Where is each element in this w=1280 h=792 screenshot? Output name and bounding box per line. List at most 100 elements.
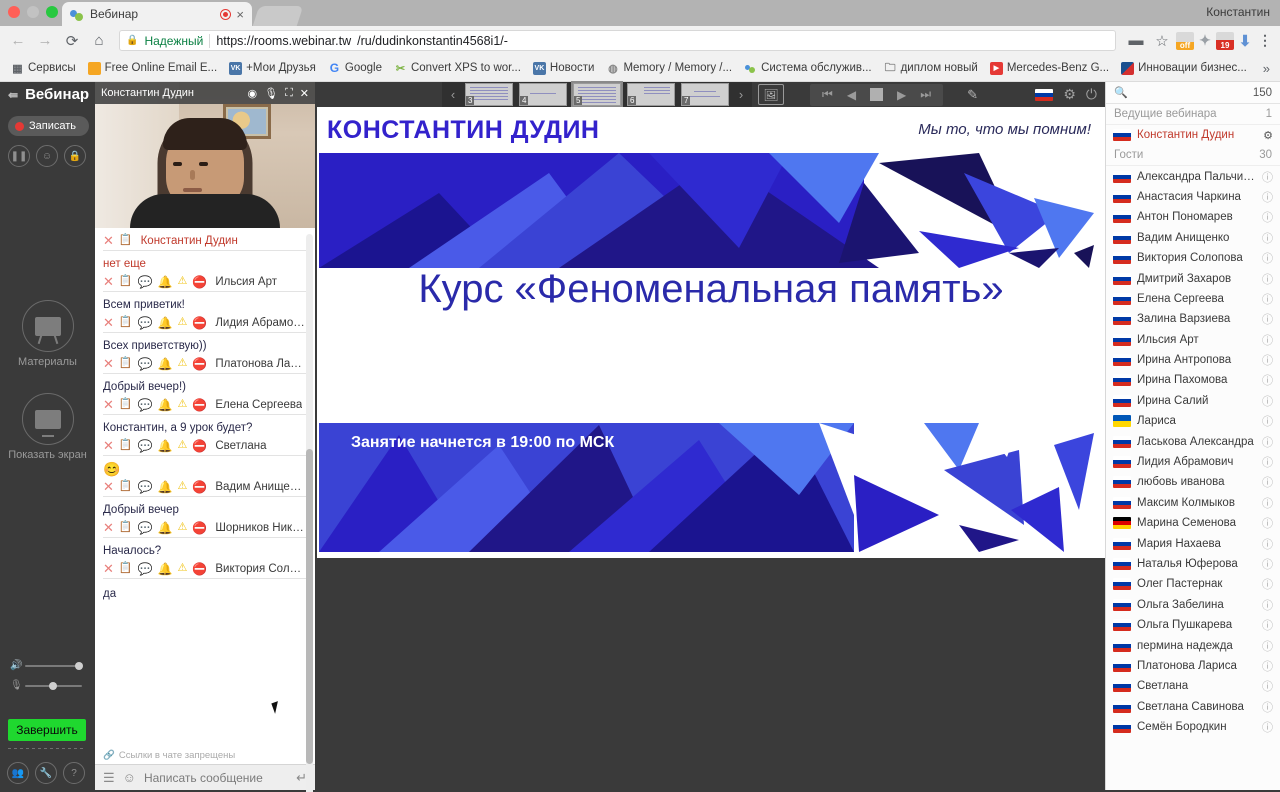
participant-guest-3[interactable]: Вадим Анищенко ⓘ xyxy=(1106,228,1280,248)
language-flag-icon[interactable] xyxy=(1035,88,1054,101)
bookmark-item-7[interactable]: Система обслужив... xyxy=(739,60,877,77)
info-icon[interactable]: ⓘ xyxy=(1262,617,1273,633)
info-icon[interactable]: ⓘ xyxy=(1262,209,1273,225)
private-message-icon[interactable]: 📋 xyxy=(119,522,133,533)
play-button[interactable]: ▶ xyxy=(897,88,906,102)
private-message-icon[interactable]: 📋 xyxy=(119,317,133,328)
participant-guest-25[interactable]: Светлана ⓘ xyxy=(1106,676,1280,696)
screenshare-button[interactable]: Показать экран xyxy=(0,393,95,461)
camera-icon[interactable]: ◉ xyxy=(248,87,258,100)
adblock-off-extension[interactable]: off xyxy=(1176,31,1194,50)
info-icon[interactable]: ⓘ xyxy=(1262,352,1273,368)
participant-guest-16[interactable]: Максим Колмыков ⓘ xyxy=(1106,493,1280,513)
delete-message-icon[interactable]: ✕ xyxy=(103,521,114,534)
participant-guest-13[interactable]: Ласькова Александра ⓘ xyxy=(1106,431,1280,451)
bookmark-item-9[interactable]: ▶ Mercedes-Benz G... xyxy=(985,60,1114,77)
info-icon[interactable]: ⓘ xyxy=(1262,332,1273,348)
minimize-window-button[interactable] xyxy=(27,6,39,18)
speaker-track[interactable] xyxy=(25,661,84,670)
materials-button[interactable]: Материалы xyxy=(0,300,95,368)
info-icon[interactable]: ⓘ xyxy=(1262,250,1273,266)
chat-bubble-icon[interactable]: 💬 xyxy=(138,358,153,370)
download-icon[interactable]: ⬇ xyxy=(1236,32,1254,50)
speaker-volume-slider[interactable]: 🔊 xyxy=(10,660,84,671)
bookmark-item-10[interactable]: Инновации бизнес... xyxy=(1116,60,1252,77)
mic-knob[interactable] xyxy=(48,681,57,690)
info-icon[interactable]: ⓘ xyxy=(1262,291,1273,307)
ban-icon[interactable]: ⛔ xyxy=(192,399,207,411)
info-icon[interactable]: ⓘ xyxy=(1262,495,1273,511)
close-tab-icon[interactable]: × xyxy=(236,7,244,22)
delete-message-icon[interactable]: ✕ xyxy=(103,398,114,411)
chrome-menu-icon[interactable]: ⋮ xyxy=(1256,32,1274,50)
warning-icon[interactable]: ⚠ xyxy=(178,440,188,451)
private-message-icon[interactable]: 📋 xyxy=(119,563,133,574)
participant-guest-19[interactable]: Наталья Юферова ⓘ xyxy=(1106,554,1280,574)
chat-bubble-icon[interactable]: 💬 xyxy=(138,399,153,411)
bookmark-item-5[interactable]: VK Новости xyxy=(528,60,600,77)
participant-guest-9[interactable]: Ирина Антропова ⓘ xyxy=(1106,350,1280,370)
bell-icon[interactable]: 🔔 xyxy=(158,399,173,411)
participant-guest-15[interactable]: любовь иванова ⓘ xyxy=(1106,472,1280,492)
delete-message-icon[interactable]: ✕ xyxy=(103,357,114,370)
chat-bubble-icon[interactable]: 💬 xyxy=(138,317,153,329)
chat-author[interactable]: Платонова Лариса xyxy=(215,358,307,370)
info-icon[interactable]: ⓘ xyxy=(1262,638,1273,654)
chat-bubble-icon[interactable]: 💬 xyxy=(138,440,153,452)
warning-icon[interactable]: ⚠ xyxy=(178,317,188,328)
participant-host-0[interactable]: Константин Дудин ⚙ xyxy=(1106,125,1280,145)
video-cast-icon[interactable]: ▬ xyxy=(1124,29,1148,53)
slide-thumbnail-7[interactable]: 7 xyxy=(681,83,729,106)
bookmark-item-8[interactable]: 🗀 диплом новый xyxy=(879,60,983,77)
mic-track[interactable] xyxy=(25,681,82,690)
first-slide-button[interactable]: ⏮ xyxy=(822,87,833,102)
participant-guest-4[interactable]: Виктория Солопова ⓘ xyxy=(1106,248,1280,268)
close-window-button[interactable] xyxy=(8,6,20,18)
share-icon[interactable]: ⇚ xyxy=(8,88,18,102)
private-message-icon[interactable]: 📋 xyxy=(119,276,133,287)
info-icon[interactable]: ⓘ xyxy=(1262,271,1273,287)
bell-icon[interactable]: 🔔 xyxy=(158,358,173,370)
fullscreen-icon[interactable]: ⛶ xyxy=(285,87,293,100)
participant-guest-1[interactable]: Анастасия Чаркина ⓘ xyxy=(1106,187,1280,207)
ban-icon[interactable]: ⛔ xyxy=(192,481,207,493)
chat-author[interactable]: Лидия Абрамович xyxy=(215,317,307,329)
lock-control[interactable]: 🔒 xyxy=(64,145,86,167)
participant-guest-14[interactable]: Лидия Абрамович ⓘ xyxy=(1106,452,1280,472)
participant-guest-26[interactable]: Светлана Савинова ⓘ xyxy=(1106,697,1280,717)
chat-bubble-icon[interactable]: 💬 xyxy=(138,563,153,575)
info-icon[interactable]: ⓘ xyxy=(1262,597,1273,613)
bell-icon[interactable]: 🔔 xyxy=(158,522,173,534)
slide-thumbnail-4[interactable]: 4 xyxy=(519,83,567,106)
participant-guest-11[interactable]: Ирина Салий ⓘ xyxy=(1106,391,1280,411)
private-message-icon[interactable]: 📋 xyxy=(119,440,133,451)
ban-icon[interactable]: ⛔ xyxy=(192,522,207,534)
info-icon[interactable]: ⓘ xyxy=(1262,576,1273,592)
bell-icon[interactable]: 🔔 xyxy=(158,276,173,288)
private-message-icon[interactable]: 📋 xyxy=(119,358,133,369)
maximize-window-button[interactable] xyxy=(46,6,58,18)
participant-guest-18[interactable]: Мария Нахаева ⓘ xyxy=(1106,533,1280,553)
info-icon[interactable]: ⓘ xyxy=(1262,230,1273,246)
info-icon[interactable]: ⓘ xyxy=(1262,454,1273,470)
participant-guest-17[interactable]: Марина Семенова ⓘ xyxy=(1106,513,1280,533)
participant-guest-24[interactable]: Платонова Лариса ⓘ xyxy=(1106,656,1280,676)
info-icon[interactable]: ⓘ xyxy=(1262,556,1273,572)
participant-guest-23[interactable]: пермина надежда ⓘ xyxy=(1106,635,1280,655)
bell-icon[interactable]: 🔔 xyxy=(158,481,173,493)
info-icon[interactable]: ⓘ xyxy=(1262,536,1273,552)
participant-guest-0[interactable]: Александра Пальчик... ⓘ xyxy=(1106,166,1280,186)
chat-author[interactable]: Константин Дудин xyxy=(141,235,238,247)
message-input[interactable]: Написать сообщение xyxy=(144,771,288,785)
slide-thumbnail-5[interactable]: 5 xyxy=(571,81,623,108)
chat-messages-list[interactable]: ✕ 📋 Константин Дудин нет еще ✕ 📋 💬 🔔 ⚠ ⛔… xyxy=(95,228,315,748)
tools-control[interactable]: 🔧 xyxy=(35,762,57,784)
prev-slide-button[interactable]: ◀ xyxy=(847,88,856,102)
back-icon[interactable]: ← xyxy=(6,29,30,53)
ban-icon[interactable]: ⛔ xyxy=(192,276,207,288)
last-slide-button[interactable]: ⏭ xyxy=(920,87,931,102)
bookmarks-overflow-icon[interactable]: » xyxy=(1263,61,1274,76)
delete-message-icon[interactable]: ✕ xyxy=(103,275,114,288)
emoji-icon[interactable]: ☺ xyxy=(123,770,136,785)
warning-icon[interactable]: ⚠ xyxy=(178,563,188,574)
